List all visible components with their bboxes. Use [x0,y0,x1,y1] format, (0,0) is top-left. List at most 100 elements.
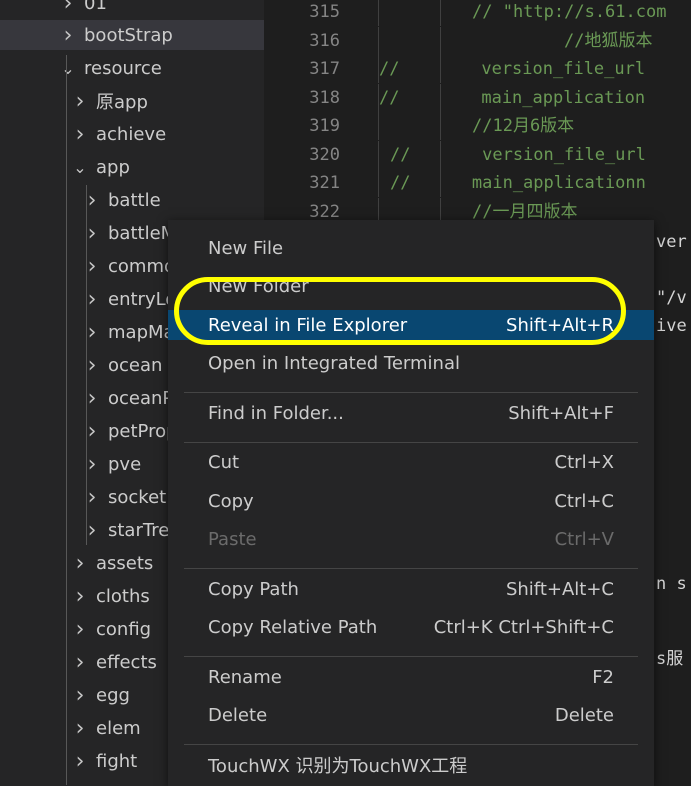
code-line[interactable]: 320 // version_file_url [264,140,691,169]
menu-item-shortcut: Shift+Alt+C [505,578,614,600]
menu-item-label: Copy Relative Path [208,617,378,638]
indent-guide [378,140,379,169]
indent-guide [440,0,441,26]
tree-item-bootStrap[interactable]: › bootStrap [0,20,264,50]
tree-item-label: 01 [84,0,107,14]
line-number: 317 [309,59,340,79]
line-number: 318 [309,87,340,108]
code-line[interactable]: 317 // version_file_url [264,55,691,83]
chevron-right-icon[interactable]: › [70,716,90,741]
chevron-right-icon[interactable]: › [82,485,102,510]
tree-item-label: pve [108,453,142,475]
code-line[interactable]: 316 //地狐版本 [264,26,691,55]
menu-item-copy-relative-path[interactable]: Copy Relative Path Ctrl+K Ctrl+Shift+C [168,613,654,643]
code-fragment: ive [656,316,687,336]
menu-item-label: New File [208,237,284,259]
code-fragment: s服 [656,649,684,669]
tree-item-label: effects [96,651,157,673]
tree-item-label: commo [108,255,175,277]
indent-guide [86,185,87,545]
code-line[interactable]: 319 //12月6版本 [264,112,691,140]
menu-separator [184,568,638,569]
chevron-down-icon[interactable]: ⌄ [70,158,90,177]
tree-item-label: bootStrap [84,24,173,46]
chevron-right-icon[interactable]: › [70,122,90,147]
menu-item-copy[interactable]: Copy Ctrl+C [168,486,654,516]
menu-item-delete[interactable]: Delete Delete [168,701,654,731]
chevron-right-icon[interactable]: › [58,0,78,16]
chevron-right-icon[interactable]: › [82,221,102,246]
tree-item-label: assets [96,552,154,574]
code-text: // main_application [379,87,646,108]
indent-guide [378,0,379,26]
code-line[interactable]: 318 // main_application [264,83,691,112]
menu-separator [184,441,638,443]
chevron-right-icon[interactable]: › [70,617,90,642]
tree-item-原app[interactable]: › 原app [0,86,264,116]
indent-guide [66,55,67,785]
chevron-right-icon[interactable]: › [82,386,102,411]
menu-item-shortcut: Delete [554,705,614,726]
tree-item-label: fight [96,750,138,772]
tree-item-label: cloths [96,585,150,607]
indent-guide [378,169,379,197]
chevron-right-icon[interactable]: › [70,551,90,576]
chevron-right-icon[interactable]: › [82,287,102,312]
menu-item-label: Delete [208,705,268,726]
indent-guide [440,112,441,140]
menu-item-paste[interactable]: Paste Ctrl+V [168,525,654,555]
chevron-right-icon[interactable]: › [70,650,90,675]
tree-item-label: battle [108,189,161,211]
menu-item-shortcut: Ctrl+X [554,452,614,473]
code-text: // "http://s.61.com [472,2,667,22]
tree-item-01[interactable]: › 01 [0,0,264,18]
menu-item-shortcut: Ctrl+V [554,529,614,550]
chevron-right-icon[interactable]: › [82,254,102,279]
code-fragment: n s [656,574,687,594]
line-number: 319 [309,116,340,136]
chevron-right-icon[interactable]: › [70,89,90,114]
menu-item-label: Copy [208,490,254,512]
line-number: 315 [309,2,340,22]
tree-item-resource[interactable]: ⌄ resource [0,53,264,83]
menu-item-label: Open in Integrated Terminal [208,353,460,374]
code-line[interactable]: 321 // main_applicationn [264,169,691,197]
chevron-down-icon[interactable]: ⌄ [58,59,78,78]
menu-item-copy-path[interactable]: Copy Path Shift+Alt+C [168,574,654,604]
menu-item-new-file[interactable]: New File [168,233,654,263]
tree-item-app[interactable]: ⌄ app [0,152,264,182]
chevron-right-icon[interactable]: › [70,584,90,609]
code-line[interactable]: 315 // "http://s.61.com [264,0,691,26]
tree-item-label: socket [108,486,167,508]
menu-item-shortcut: F2 [592,666,614,688]
line-number: 316 [309,30,340,51]
menu-item-open-in-integrated-terminal[interactable]: Open in Integrated Terminal [168,349,654,379]
chevron-right-icon[interactable]: › [82,188,102,213]
menu-item-find-in-folder[interactable]: Find in Folder... Shift+Alt+F [168,398,654,428]
chevron-right-icon[interactable]: › [70,683,90,708]
code-text: //12月6版本 [472,116,575,136]
menu-item-touchwx-touchwx[interactable]: TouchWX 识别为TouchWX工程 [168,750,654,780]
tree-item-label: starTrel [108,519,175,541]
menu-separator [184,656,638,657]
menu-item-cut[interactable]: Cut Ctrl+X [168,448,654,478]
tree-item-achieve[interactable]: › achieve [0,119,264,149]
tree-item-label: egg [96,684,130,706]
tree-item-label: achieve [96,123,167,145]
menu-item-label: Paste [208,529,257,550]
chevron-right-icon[interactable]: › [82,452,102,477]
code-text: // version_file_url [379,59,646,79]
tree-item-battle[interactable]: › battle [0,185,264,215]
menu-item-shortcut: Shift+Alt+F [508,402,614,424]
tree-item-label: entryLo [108,288,177,310]
chevron-right-icon[interactable]: › [70,749,90,774]
chevron-right-icon[interactable]: › [82,353,102,378]
tree-item-label: elem [96,717,141,739]
line-number: 320 [309,144,340,165]
chevron-right-icon[interactable]: › [82,320,102,345]
chevron-right-icon[interactable]: › [82,518,102,543]
chevron-right-icon[interactable]: › [82,419,102,444]
code-text: // main_applicationn [390,173,646,193]
chevron-right-icon[interactable]: › [58,23,78,48]
menu-item-rename[interactable]: Rename F2 [168,662,654,692]
